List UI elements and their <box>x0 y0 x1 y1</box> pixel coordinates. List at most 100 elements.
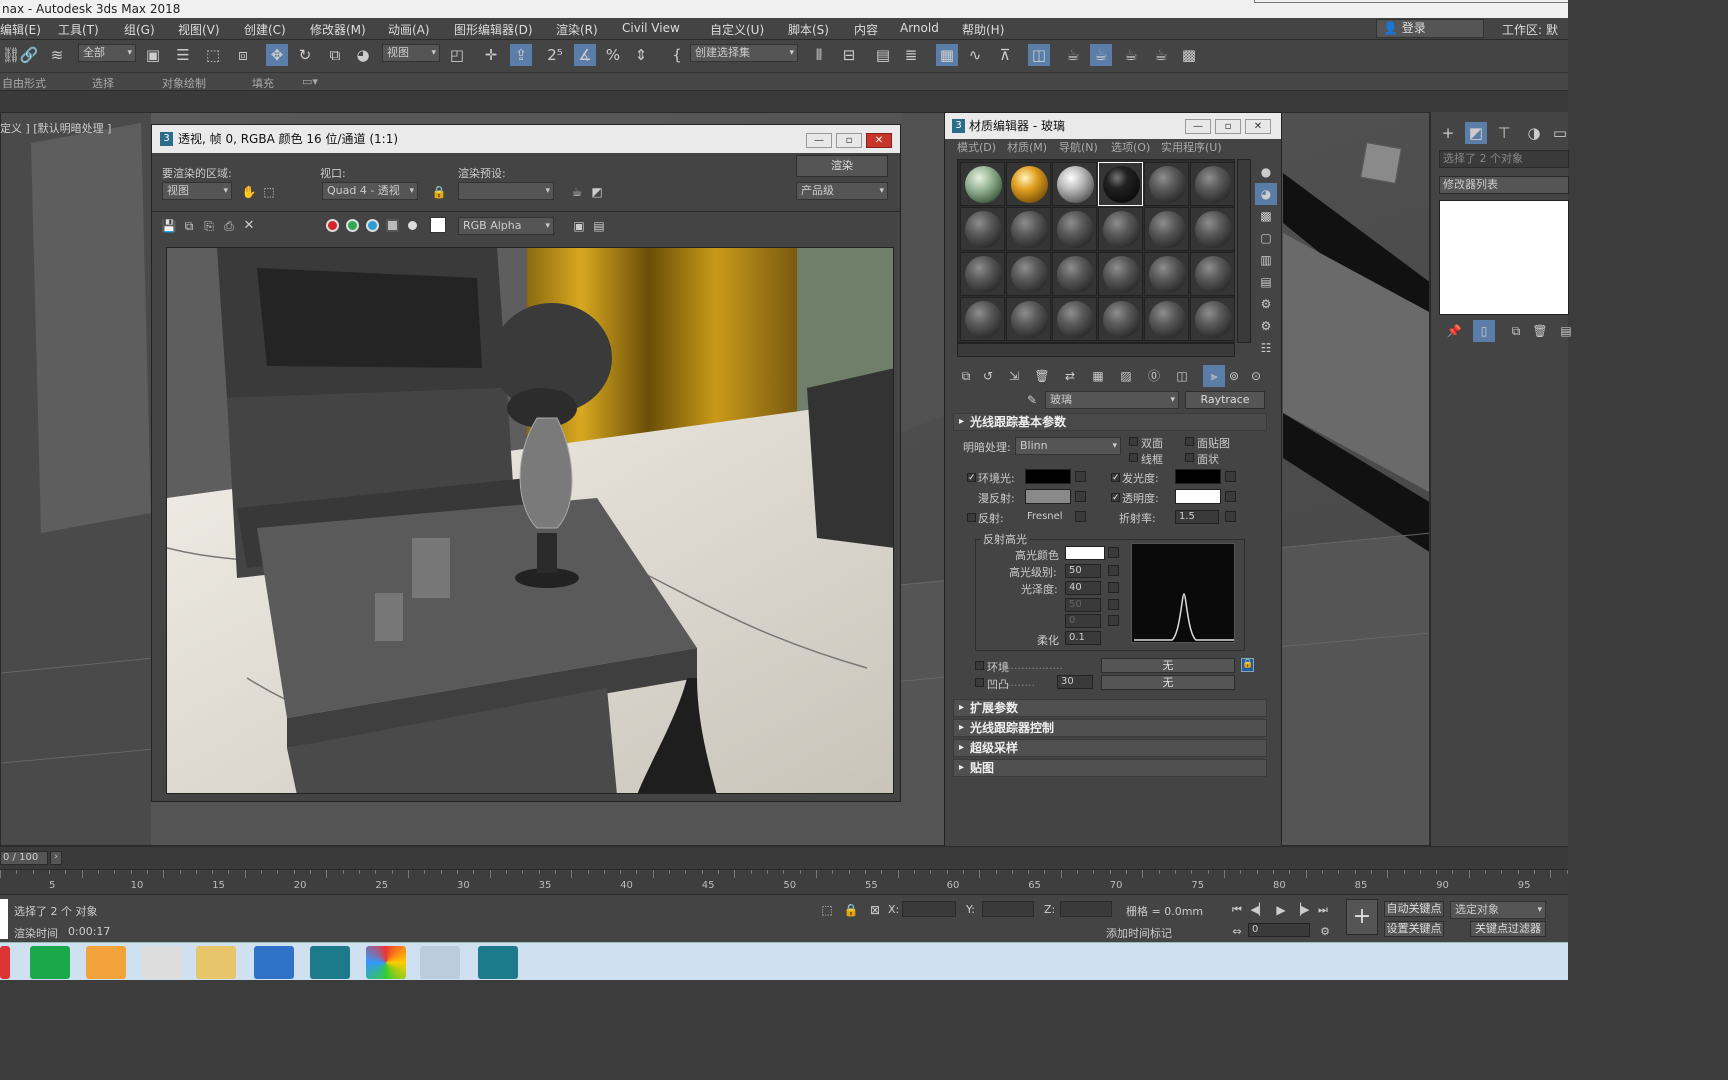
layer-explorer-icon[interactable]: ≣ <box>900 44 922 66</box>
toggle-ribbon-icon[interactable]: ▦ <box>936 44 958 66</box>
key-mode-icon[interactable]: ⇔ <box>1226 921 1248 943</box>
slots-hscroll[interactable] <box>957 343 1235 357</box>
play-icon[interactable]: ▶ <box>1270 899 1292 921</box>
put-to-scene-icon[interactable]: ↺ <box>977 365 999 387</box>
soften-spinner[interactable]: 0.1 <box>1065 631 1101 645</box>
pin-stack-icon[interactable]: 📌 <box>1443 320 1465 342</box>
get-material-icon[interactable]: ⧉ <box>955 365 977 387</box>
display-toggle-icon[interactable]: ▣ <box>568 215 590 237</box>
material-slot[interactable] <box>1098 162 1143 206</box>
login-dropdown[interactable]: 👤 登录 <box>1376 19 1484 38</box>
go-to-start-icon[interactable]: ⏮ <box>1226 899 1248 921</box>
bump-amount-spinner[interactable]: 30 <box>1057 675 1093 689</box>
assign-to-selection-icon[interactable]: ⇲ <box>1003 365 1025 387</box>
maximize-button[interactable]: ▫ <box>1215 119 1241 134</box>
mat-menu-options[interactable]: 选项(O) <box>1111 139 1150 155</box>
modifier-list-dropdown[interactable]: 修改器列表 <box>1439 176 1569 194</box>
render-grid-icon[interactable]: ▩ <box>1178 44 1200 66</box>
select-by-material-icon[interactable]: ⚙ <box>1255 315 1277 337</box>
clear-icon[interactable]: ✕ <box>238 215 260 237</box>
backlight-icon[interactable]: ◕ <box>1255 183 1277 205</box>
selection-lock-icon[interactable]: 🔒 <box>840 899 862 921</box>
diffuse-swatch[interactable] <box>1025 489 1071 504</box>
edit-named-sel-icon[interactable]: { <box>666 44 688 66</box>
bump-map-button[interactable]: 无 <box>1101 675 1235 690</box>
angle-snap-icon[interactable]: ∡ <box>574 44 596 66</box>
select-object-icon[interactable]: ▣ <box>142 44 164 66</box>
mat-menu-navigation[interactable]: 导航(N) <box>1059 139 1098 155</box>
spec-color-map-button[interactable] <box>1108 547 1119 558</box>
ribbon-tab-object-paint[interactable]: 对象绘制 <box>162 75 206 91</box>
pick-material-icon[interactable]: ⊙ <box>1245 365 1267 387</box>
luminosity-map-button[interactable] <box>1225 471 1236 482</box>
mono-toggle[interactable] <box>408 221 417 230</box>
menu-content[interactable]: 内容 <box>854 21 878 38</box>
ribbon-tab-populate[interactable]: 填充 <box>252 75 274 91</box>
material-slot[interactable] <box>1098 252 1143 296</box>
hierarchy-tab-icon[interactable]: ⊤ <box>1493 122 1515 144</box>
viewcube[interactable] <box>1360 142 1402 184</box>
edit-region-icon[interactable]: ✋ <box>238 181 260 203</box>
material-editor-titlebar[interactable]: 3 材质编辑器 - 玻璃 — ▫ ✕ <box>945 113 1281 139</box>
make-unique-icon[interactable]: ⇄ <box>1059 365 1081 387</box>
minimize-button[interactable]: — <box>1185 119 1211 134</box>
material-slot[interactable] <box>960 162 1005 206</box>
menu-customize[interactable]: 自定义(U) <box>710 21 764 38</box>
ambient-swatch[interactable] <box>1025 469 1071 484</box>
curve-editor-icon[interactable]: ∿ <box>964 44 986 66</box>
align-icon[interactable]: ⊟ <box>838 44 860 66</box>
menu-arnold[interactable]: Arnold <box>900 21 939 35</box>
rect-selection-icon[interactable]: ⬚ <box>202 44 224 66</box>
face-map-checkbox[interactable] <box>1185 437 1194 446</box>
select-manipulate-icon[interactable]: ✛ <box>480 44 502 66</box>
print-icon[interactable]: ⎙ <box>218 215 240 237</box>
go-to-end-icon[interactable]: ⏭ <box>1312 899 1334 921</box>
render-setup-icon[interactable]: ☕ <box>1062 44 1084 66</box>
material-slot[interactable] <box>1144 297 1189 341</box>
wechat-icon[interactable] <box>30 946 70 979</box>
render-image[interactable] <box>166 247 894 794</box>
ambient-map-button[interactable] <box>1075 471 1086 482</box>
unlink-icon[interactable]: 🔗 <box>18 44 40 66</box>
luminosity-checkbox[interactable]: ✓ <box>1111 473 1120 483</box>
ambient-checkbox[interactable]: ✓ <box>967 473 976 483</box>
make-unique-icon[interactable]: ⧉ <box>1505 320 1527 342</box>
named-selection-dropdown[interactable]: 创建选择集 <box>690 44 798 62</box>
faceted-checkbox[interactable] <box>1185 453 1194 462</box>
scale-icon[interactable]: ⧉ <box>324 44 346 66</box>
place-icon[interactable]: ◕ <box>352 44 374 66</box>
ribbon-options-icon[interactable]: ▭▾ <box>302 75 318 88</box>
copy-image-icon[interactable]: ⎘ <box>198 215 220 237</box>
key-filters-button[interactable]: 关键点过滤器 <box>1470 921 1546 937</box>
selected-objects-field[interactable]: 选择了 2 个对象 <box>1439 150 1569 168</box>
percent-snap-icon[interactable]: % <box>602 44 624 66</box>
eyedropper-icon[interactable]: ✎ <box>1021 389 1043 411</box>
selection-filter-dropdown[interactable]: 全部 <box>78 44 136 62</box>
material-slot[interactable] <box>1006 207 1051 251</box>
material-slot[interactable] <box>1190 252 1235 296</box>
menu-tools[interactable]: 工具(T) <box>58 21 99 38</box>
rollout-supersampling[interactable]: 超级采样 <box>953 739 1267 757</box>
snap-toggle-icon[interactable]: 2⁵ <box>544 44 566 66</box>
bump-checkbox[interactable] <box>975 678 984 687</box>
pinwheel-app-icon[interactable] <box>142 946 182 979</box>
wps-icon[interactable] <box>254 946 294 979</box>
ribbon-tab-freeform[interactable]: 自由形式 <box>2 75 46 91</box>
next-frame-icon[interactable]: ▕▶ <box>1290 899 1312 921</box>
channel-dropdown[interactable]: RGB Alpha <box>458 217 554 235</box>
note-app-icon[interactable] <box>420 946 460 979</box>
material-slot[interactable] <box>1006 297 1051 341</box>
remove-modifier-icon[interactable]: 🗑 <box>1529 320 1551 342</box>
3dsmax-taskbar-icon[interactable] <box>310 946 350 979</box>
ior-spinner[interactable]: 1.5 <box>1175 510 1219 524</box>
scene-explorer-icon[interactable]: ▤ <box>872 44 894 66</box>
put-to-library-icon[interactable]: ▦ <box>1087 365 1109 387</box>
mat-menu-material[interactable]: 材质(M) <box>1007 139 1047 155</box>
ribbon-tab-selection[interactable]: 选择 <box>92 75 114 91</box>
move-icon[interactable]: ✥ <box>266 44 288 66</box>
keyboard-shortcut-icon[interactable]: ⇪ <box>510 44 532 66</box>
close-button[interactable]: ✕ <box>866 133 892 148</box>
bind-spacewarp-icon[interactable]: ≋ <box>46 44 68 66</box>
mat-effects-channel-icon[interactable]: ▨ <box>1115 365 1137 387</box>
material-slot[interactable] <box>1098 207 1143 251</box>
